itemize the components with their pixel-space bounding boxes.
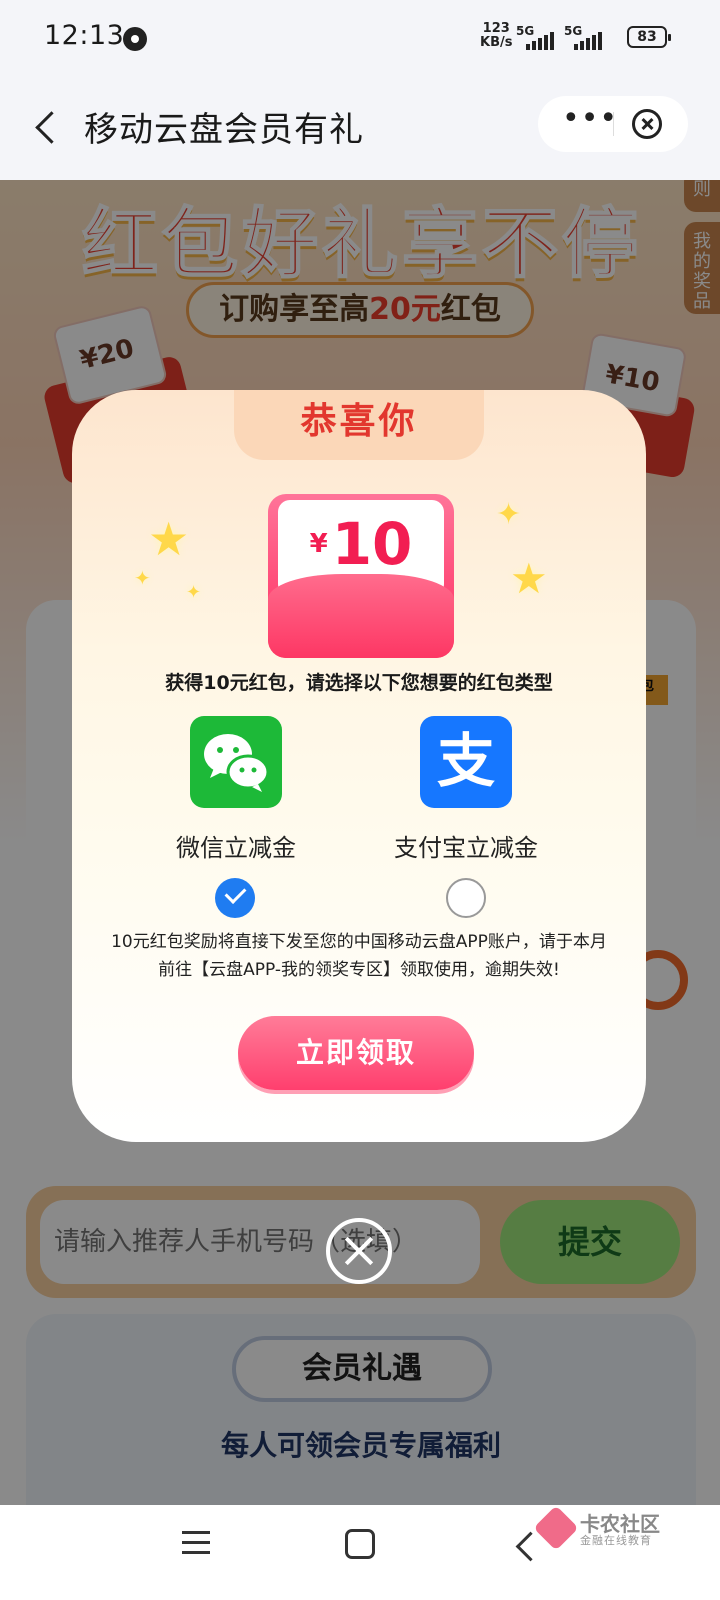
battery-icon: 83: [627, 26, 671, 48]
sparkle-star-icon: ★: [510, 554, 548, 603]
alipay-icon[interactable]: 支: [420, 716, 512, 808]
claim-now-button[interactable]: 立即领取: [238, 1016, 474, 1090]
alipay-option-label[interactable]: 支付宝立减金: [386, 828, 546, 863]
sparkle-star-icon: ★: [148, 512, 190, 566]
watermark: 卡农社区 金融在线教育: [533, 1505, 680, 1551]
envelope-currency: ¥: [309, 529, 328, 559]
modal-close-icon[interactable]: [326, 1218, 392, 1284]
capsule-divider: [613, 112, 614, 136]
envelope-flap: [268, 574, 454, 658]
status-time: 12:13: [44, 20, 125, 51]
net-speed-unit: KB/s: [480, 35, 513, 50]
wechat-radio-checked[interactable]: [215, 878, 255, 918]
signal-sim1-icon: 5G: [516, 24, 562, 52]
miniapp-capsule: •••: [538, 96, 688, 152]
watermark-sub: 金融在线教育: [580, 1534, 652, 1547]
wechat-icon[interactable]: [190, 716, 282, 808]
nav-back-icon[interactable]: [512, 1531, 538, 1561]
modal-header: 恭喜你: [234, 390, 484, 460]
red-envelope-icon: ¥10: [268, 494, 454, 658]
more-icon[interactable]: •••: [562, 102, 618, 136]
sparkle-star-icon: ✦: [186, 582, 202, 603]
back-icon[interactable]: [26, 102, 66, 152]
envelope-amount-value: 10: [331, 510, 413, 578]
wechat-option-label[interactable]: 微信立减金: [166, 828, 306, 863]
modal-note: 10元红包奖励将直接下发至您的中国移动云盘APP账户，请于本月 前往【云盘APP…: [80, 928, 638, 984]
net-speed-value: 123: [482, 21, 510, 36]
reward-modal: 恭喜你 ★ ✦ ✦ ✦ ★ ¥10 获得10元红包，请选择以下您想要的红包类型 …: [72, 390, 646, 1142]
status-bar: 12:13 123 KB/s 5G 5G 83: [0, 0, 720, 80]
notification-dot-icon: [123, 27, 147, 51]
modal-note-line2: 前往【云盘APP-我的领奖专区】领取使用，逾期失效!: [158, 960, 560, 980]
sparkle-star-icon: ✦: [496, 497, 522, 532]
modal-subtitle: 获得10元红包，请选择以下您想要的红包类型: [165, 672, 553, 694]
close-icon[interactable]: [632, 109, 662, 139]
alipay-radio[interactable]: [446, 878, 486, 918]
home-icon[interactable]: [345, 1529, 375, 1559]
net-speed: 123 KB/s: [480, 22, 512, 50]
page-title: 移动云盘会员有礼: [84, 110, 364, 150]
title-bar: 移动云盘会员有礼 •••: [0, 80, 720, 180]
watermark-logo-icon: [533, 1505, 579, 1551]
alipay-glyph: 支: [436, 727, 495, 795]
modal-note-line1: 10元红包奖励将直接下发至您的中国移动云盘APP账户，请于本月: [111, 932, 607, 952]
menu-icon[interactable]: [182, 1529, 212, 1559]
envelope-amount: ¥10: [268, 510, 454, 578]
sparkle-star-icon: ✦: [134, 566, 151, 590]
signal-sim2-icon: 5G: [564, 24, 610, 52]
